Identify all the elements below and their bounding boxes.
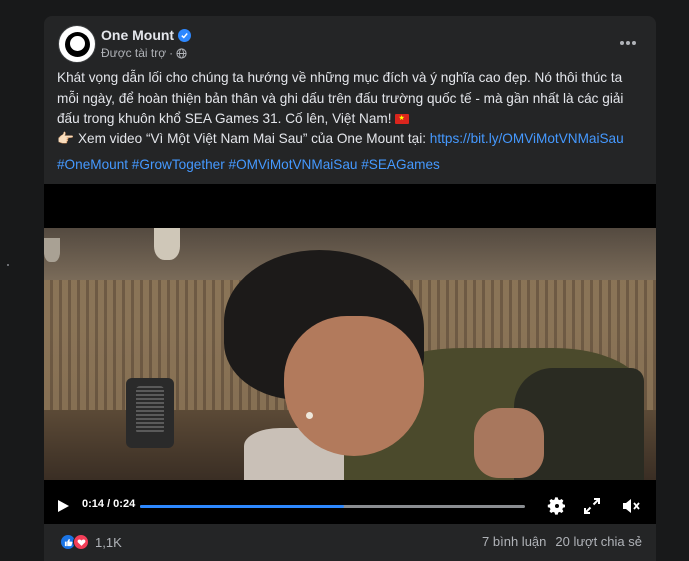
- pointing-hand-icon: 👉🏻: [57, 131, 74, 146]
- video-time: 0:14 / 0:24: [82, 498, 136, 510]
- scene-lamp-left: [44, 238, 60, 262]
- sponsored-post-card: One Mount Được tài trợ · Khát vọng dẫn l…: [44, 16, 656, 561]
- scene-lamp: [154, 228, 180, 260]
- logo-ring: [65, 32, 90, 57]
- scene-face: [284, 316, 424, 456]
- meta-separator: ·: [169, 46, 174, 60]
- fullscreen-icon[interactable]: [583, 497, 601, 515]
- love-reaction-icon: [73, 534, 89, 550]
- globe-icon[interactable]: [176, 47, 187, 59]
- logo-inner: [70, 36, 85, 51]
- page-edge-marker: [7, 264, 9, 266]
- video-controls: 0:14 / 0:24: [44, 486, 656, 524]
- engagement-counts: 7 bình luận 20 lượt chia sẻ: [482, 534, 642, 549]
- more-options-button[interactable]: [614, 29, 642, 57]
- video-progress-bar[interactable]: [140, 505, 525, 508]
- video-link-line: 👉🏻 Xem video “Vì Một Việt Nam Mai Sau” củ…: [57, 129, 624, 149]
- vietnam-flag-icon: [394, 114, 409, 124]
- video-player[interactable]: 0:14 / 0:24: [44, 184, 656, 524]
- comment-count[interactable]: 7 bình luận: [482, 534, 546, 549]
- post-main-text: Khát vọng dẫn lối cho chúng ta hướng về …: [57, 70, 624, 126]
- video-progress-fill: [140, 505, 345, 508]
- reaction-count[interactable]: 1,1K: [95, 535, 122, 550]
- scene-earring: [306, 412, 313, 419]
- post-text: Khát vọng dẫn lối cho chúng ta hướng về …: [57, 68, 647, 130]
- muted-speaker-icon[interactable]: [621, 497, 641, 515]
- video-line-text: Xem video “Vì Một Việt Nam Mai Sau” của …: [77, 131, 430, 146]
- post-header: One Mount Được tài trợ ·: [44, 16, 656, 66]
- video-url-link[interactable]: https://bit.ly/OMViMotVNMaiSau: [430, 131, 624, 146]
- video-frame[interactable]: [44, 228, 656, 480]
- share-count[interactable]: 20 lượt chia sẻ: [555, 534, 642, 549]
- sponsored-label[interactable]: Được tài trợ: [101, 46, 166, 60]
- more-horizontal-icon: [620, 41, 636, 45]
- scene-heater-grill: [136, 386, 164, 434]
- page-avatar[interactable]: [58, 25, 96, 63]
- hashtags[interactable]: #OneMount #GrowTogether #OMViMotVNMaiSau…: [57, 155, 440, 175]
- post-stats-bar: 1,1K 7 bình luận 20 lượt chia sẻ: [44, 524, 656, 561]
- page-name-row: One Mount: [101, 27, 192, 43]
- scene-hand: [474, 408, 544, 478]
- verified-badge-icon: [178, 28, 192, 42]
- play-icon[interactable]: [56, 499, 70, 513]
- post-meta-row: Được tài trợ ·: [101, 46, 187, 60]
- gear-icon[interactable]: [547, 496, 567, 516]
- page-name[interactable]: One Mount: [101, 27, 174, 43]
- reactions-summary[interactable]: 1,1K: [60, 534, 122, 550]
